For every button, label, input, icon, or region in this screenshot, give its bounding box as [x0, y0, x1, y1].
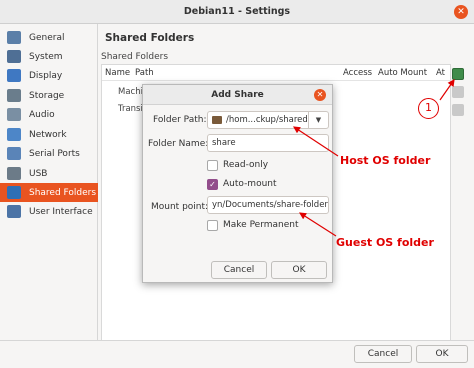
sidebar-item-serial-ports[interactable]: Serial Ports [0, 144, 98, 163]
dialog-cancel-button[interactable]: Cancel [211, 261, 267, 279]
sidebar-item-label: Storage [29, 90, 65, 101]
remove-folder-icon[interactable] [452, 104, 464, 116]
sidebar-item-label: Network [29, 129, 67, 140]
sidebar-item-label: Audio [29, 109, 55, 120]
close-icon[interactable]: ✕ [454, 5, 468, 19]
shared-folders-icon [7, 186, 21, 199]
dialog-button-bar: Cancel OK [0, 340, 474, 368]
column-access[interactable]: Access [343, 68, 372, 78]
sidebar-item-audio[interactable]: Audio [0, 105, 98, 124]
dialog-titlebar: Add Share ✕ [143, 85, 332, 105]
sidebar-item-label: Shared Folders [29, 187, 97, 198]
folder-name-field[interactable]: share [207, 134, 329, 152]
column-at[interactable]: At [436, 68, 445, 78]
folder-name-label: Folder Name: [148, 139, 209, 149]
sidebar-item-display[interactable]: Display [0, 66, 98, 85]
host-os-annotation: Host OS folder [340, 154, 431, 167]
column-path[interactable]: Path [135, 68, 154, 78]
sidebar-item-label: USB [29, 168, 48, 179]
mount-point-label: Mount point: [151, 202, 209, 212]
read-only-checkbox[interactable] [207, 160, 218, 171]
sidebar-item-user-interface[interactable]: User Interface [0, 202, 98, 221]
general-icon [7, 31, 21, 44]
dialog-ok-button[interactable]: OK [271, 261, 327, 279]
list-item[interactable]: Machi [118, 87, 143, 97]
sidebar-item-label: User Interface [29, 206, 93, 217]
mount-point-field[interactable]: yn/Documents/share-folder [207, 196, 329, 214]
sidebar-item-shared-folders[interactable]: Shared Folders [0, 183, 98, 202]
ok-button[interactable]: OK [416, 345, 468, 363]
dialog-title: Add Share [211, 90, 264, 100]
sidebar-item-label: System [29, 51, 63, 62]
column-name[interactable]: Name [105, 68, 130, 78]
serial-ports-icon [7, 147, 21, 160]
folder-path-combo[interactable]: /hom...ckup/shared ▼ [207, 111, 329, 129]
settings-sidebar: General System Display Storage Audio Net… [0, 24, 98, 344]
sidebar-item-usb[interactable]: USB [0, 164, 98, 183]
edit-folder-icon[interactable] [452, 86, 464, 98]
make-permanent-checkbox[interactable] [207, 220, 218, 231]
network-icon [7, 128, 21, 141]
make-permanent-label: Make Permanent [223, 220, 299, 230]
sidebar-item-label: Display [29, 70, 63, 81]
folder-toolbar [452, 68, 472, 122]
user-interface-icon [7, 205, 21, 218]
add-share-dialog: Add Share ✕ Folder Path: /hom...ckup/sha… [142, 84, 333, 283]
sidebar-item-label: General [29, 32, 65, 43]
column-auto-mount[interactable]: Auto Mount [378, 68, 427, 78]
auto-mount-checkbox[interactable]: ✓ [207, 179, 218, 190]
list-item[interactable]: Transi [118, 104, 143, 114]
sidebar-item-system[interactable]: System [0, 47, 98, 66]
auto-mount-label: Auto-mount [223, 179, 277, 189]
storage-icon [7, 89, 21, 102]
cancel-button[interactable]: Cancel [354, 345, 412, 363]
audio-icon [7, 108, 21, 121]
sidebar-item-network[interactable]: Network [0, 125, 98, 144]
sidebar-item-label: Serial Ports [29, 148, 80, 159]
close-icon[interactable]: ✕ [314, 89, 326, 101]
system-icon [7, 50, 21, 63]
list-header: Name Path Access Auto Mount At [102, 65, 450, 81]
chevron-down-icon[interactable]: ▼ [308, 112, 328, 128]
display-icon [7, 69, 21, 82]
sidebar-item-storage[interactable]: Storage [0, 86, 98, 105]
add-folder-icon[interactable] [452, 68, 464, 80]
folder-icon [212, 116, 222, 124]
section-label: Shared Folders [101, 52, 169, 62]
folder-path-value: /hom...ckup/shared [226, 115, 308, 125]
page-title: Shared Folders [105, 32, 195, 44]
usb-icon [7, 167, 21, 180]
window-titlebar: Debian11 - Settings ✕ [0, 0, 474, 24]
folder-path-label: Folder Path: [153, 115, 207, 125]
window-title: Debian11 - Settings [183, 6, 291, 17]
sidebar-item-general[interactable]: General [0, 28, 98, 47]
step-marker: 1 [418, 98, 439, 119]
guest-os-annotation: Guest OS folder [336, 236, 434, 249]
read-only-label: Read-only [223, 160, 269, 170]
